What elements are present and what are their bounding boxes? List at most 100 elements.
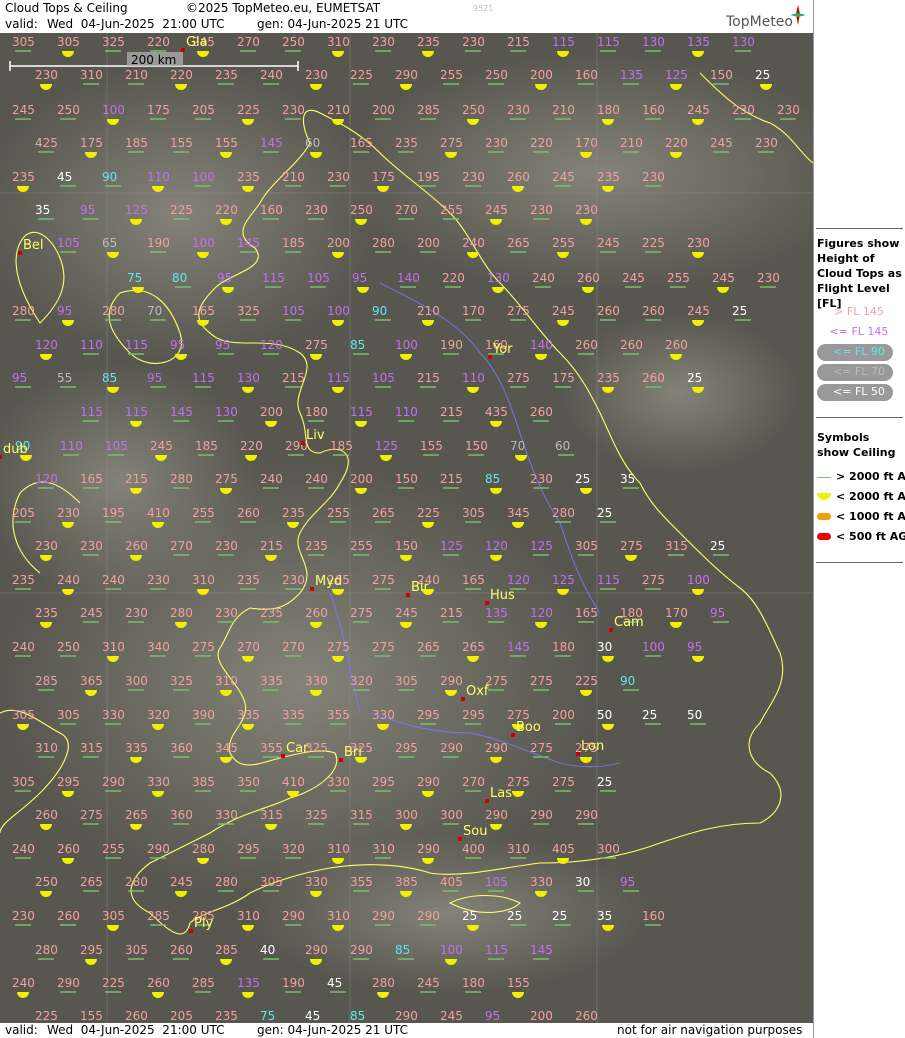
cloud-top-value: 260: [170, 943, 193, 957]
cloud-top-value: 400: [462, 842, 485, 856]
cloud-top-value: 110: [60, 439, 83, 453]
cloud-top-value: 335: [282, 708, 305, 722]
cloud-top-value: 290: [305, 943, 328, 957]
cloud-top-value: 30: [597, 640, 612, 654]
city-marker: [301, 441, 305, 445]
cloud-top-value: 290: [530, 808, 553, 822]
cloud-top-value: 265: [372, 506, 395, 520]
cloud-top-value: 285: [417, 103, 440, 117]
cloud-top-value: 205: [12, 506, 35, 520]
cloud-top-value: 300: [597, 842, 620, 856]
cloud-top-value: 125: [530, 539, 553, 553]
cloud-top-value: 95: [147, 371, 162, 385]
cloud-top-value: 160: [260, 203, 283, 217]
cloud-top-value: 275: [305, 338, 328, 352]
cloud-top-value: 230: [462, 35, 485, 49]
cloud-top-value: 35: [620, 472, 635, 486]
cloud-top-value: 95: [170, 338, 185, 352]
cloud-top-value: 240: [532, 271, 555, 285]
cloud-top-value: 230: [732, 103, 755, 117]
cloud-top-value: 310: [35, 741, 58, 755]
cloud-top-value: 100: [192, 236, 215, 250]
cloud-top-value: 155: [170, 136, 193, 150]
copyright: ©2025 TopMeteo.eu, EUMETSAT: [186, 1, 381, 15]
cloud-top-value: 135: [237, 976, 260, 990]
cloud-top-value: 130: [215, 405, 238, 419]
legend-fl-item: <= FL 70: [833, 365, 885, 378]
cloud-top-value: 125: [375, 439, 398, 453]
city-label: Bri: [344, 745, 362, 760]
cloud-top-value: 150: [395, 472, 418, 486]
cloud-top-value: 275: [440, 136, 463, 150]
city-marker: [281, 754, 285, 758]
cloud-top-value: 220: [665, 136, 688, 150]
cloud-top-value: 190: [282, 976, 305, 990]
ceiling-symbol: [422, 320, 434, 326]
map-area[interactable]: 305 305 325 220 245 270 250 310 230 235 230 215 115 1…: [0, 33, 813, 1023]
cloud-top-value: 120: [260, 338, 283, 352]
cloud-top-value: 270: [170, 539, 193, 553]
cloud-top-value: 230: [57, 506, 80, 520]
cloud-top-value: 100: [102, 103, 125, 117]
cloud-top-value: 25: [575, 472, 590, 486]
cloud-top-value: 110: [80, 338, 103, 352]
cloud-top-value: 330: [305, 875, 328, 889]
cloud-top-value: 330: [530, 875, 553, 889]
cloud-top-value: 130: [642, 35, 665, 49]
cloud-top-value: 200: [530, 68, 553, 82]
cloud-top-value: 225: [102, 976, 125, 990]
cloud-top-value: 50: [597, 708, 612, 722]
cloud-top-value: 230: [215, 539, 238, 553]
cloud-top-value: 270: [282, 640, 305, 654]
cloud-top-value: 245: [170, 875, 193, 889]
cloud-top-value: 105: [485, 875, 508, 889]
cloud-top-value: 210: [327, 103, 350, 117]
cloud-top-value: 230: [485, 136, 508, 150]
cloud-top-value: 90: [372, 304, 387, 318]
cloud-top-value: 250: [282, 35, 305, 49]
cloud-top-value: 290: [417, 842, 440, 856]
cloud-top-value: 330: [102, 708, 125, 722]
cloud-top-value: 115: [192, 371, 215, 385]
cloud-top-value: 95: [485, 1009, 500, 1023]
cloud-top-value: 335: [125, 741, 148, 755]
cloud-top-value: 290: [282, 909, 305, 923]
cloud-top-value: 235: [215, 68, 238, 82]
cloud-top-value: 145: [507, 640, 530, 654]
cloud-top-value: 330: [327, 775, 350, 789]
cloud-top-value: 180: [462, 976, 485, 990]
cloud-top-value: 235: [237, 573, 260, 587]
cloud-top-value: 100: [395, 338, 418, 352]
ceiling-symbol: [490, 488, 502, 494]
cloud-top-value: 155: [80, 1009, 103, 1023]
ceiling-symbol: [265, 421, 277, 427]
cloud-top-value: 245: [395, 606, 418, 620]
cloud-top-value: 85: [102, 371, 117, 385]
cloud-top-value: 275: [192, 640, 215, 654]
legend-divider: [816, 417, 903, 418]
cloud-top-value: 185: [125, 136, 148, 150]
city-marker: [310, 587, 314, 591]
cloud-top-value: 275: [620, 539, 643, 553]
cloud-top-value: 290: [417, 775, 440, 789]
cloud-top-value: 275: [507, 371, 530, 385]
cloud-top-value: 255: [327, 506, 350, 520]
cloud-top-value: 175: [552, 371, 575, 385]
cloud-top-value: 230: [757, 271, 780, 285]
cloud-top-value: 230: [215, 606, 238, 620]
cloud-top-value: 150: [395, 539, 418, 553]
cloud-top-value: 290: [57, 976, 80, 990]
ceiling-symbol: [62, 858, 74, 864]
ceiling-symbol: [422, 51, 434, 57]
ceiling-symbol: [692, 51, 704, 57]
cloud-top-value: 230: [125, 606, 148, 620]
ceiling-symbol: [40, 891, 52, 897]
legend-divider: [816, 562, 903, 563]
cloud-top-value: 165: [350, 136, 373, 150]
cloud-top-value: 310: [80, 68, 103, 82]
cloud-top-value: 85: [350, 338, 365, 352]
cloud-top-value: 240: [260, 472, 283, 486]
footer-valid-time: Wed 04-Jun-2025 21:00 UTC: [47, 1023, 225, 1037]
cloud-top-value: 270: [237, 35, 260, 49]
city-label: dub: [3, 442, 28, 457]
